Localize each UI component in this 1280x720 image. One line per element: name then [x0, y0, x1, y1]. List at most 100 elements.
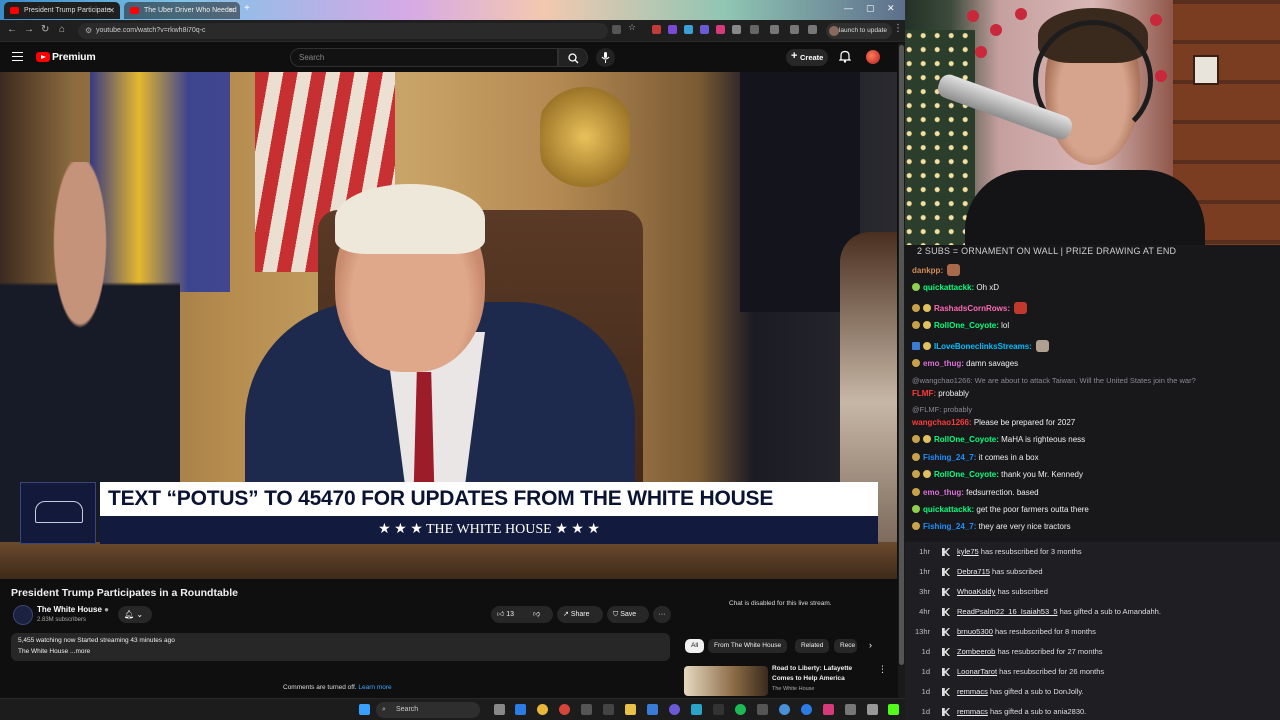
youtube-logo-text[interactable]: Premium	[52, 51, 96, 63]
tab-trump-roundtable[interactable]: President Trump Participate ✕	[4, 2, 120, 19]
app-icon[interactable]	[823, 704, 834, 715]
event-username[interactable]: kyle75	[957, 547, 979, 556]
event-username[interactable]: Zombeerob	[957, 647, 995, 656]
edge-icon[interactable]	[515, 704, 526, 715]
create-button[interactable]: + Create	[786, 49, 828, 66]
app-icon[interactable]	[801, 704, 812, 715]
description-text[interactable]: The White House ...more	[18, 648, 90, 655]
app-icon[interactable]	[757, 704, 768, 715]
profile-avatar[interactable]	[829, 26, 839, 36]
dislike-button[interactable]: 👎︎	[533, 606, 540, 623]
recommended-video-channel[interactable]: The White House	[772, 686, 815, 692]
chrome-icon[interactable]	[537, 704, 548, 715]
taskbar-search[interactable]: ⌕ Search	[376, 702, 480, 718]
extension-icon[interactable]	[716, 25, 725, 34]
search-icon: ⌕	[382, 706, 386, 713]
bookmark-star-icon[interactable]: ☆	[628, 22, 637, 32]
save-button[interactable]: ⛉ Save	[607, 606, 649, 623]
app-icon[interactable]	[867, 704, 878, 715]
app-icon[interactable]	[713, 704, 724, 715]
event-username[interactable]: Debra715	[957, 567, 990, 576]
page-scrollbar[interactable]	[898, 43, 905, 698]
video-player[interactable]: TEXT “POTUS” TO 45470 FOR UPDATES FROM T…	[0, 72, 897, 579]
site-info-icon[interactable]: ⚙	[85, 23, 92, 39]
extension-icon[interactable]	[652, 25, 661, 34]
home-icon[interactable]: ⌂	[59, 24, 65, 35]
more-vertical-icon[interactable]: ⋮	[878, 664, 887, 675]
downloads-icon[interactable]	[790, 25, 799, 34]
badge-icon	[912, 505, 920, 513]
minimize-icon[interactable]: —	[844, 3, 853, 13]
app-icon[interactable]	[581, 704, 592, 715]
extension-icon[interactable]	[732, 25, 741, 34]
app-icon[interactable]	[691, 704, 702, 715]
event-username[interactable]: remmacs	[957, 687, 988, 696]
voice-search-button[interactable]	[596, 48, 615, 67]
badge-icon	[923, 470, 931, 478]
cast-icon[interactable]	[612, 25, 621, 34]
url-field[interactable]: ⚙ youtube.com/watch?v=rkwh8i70q-c	[78, 23, 608, 39]
event-username[interactable]: remmacs	[957, 707, 988, 716]
extension-icon[interactable]	[668, 25, 677, 34]
app-icon[interactable]	[845, 704, 856, 715]
back-icon[interactable]: ←	[7, 24, 17, 35]
recommended-video-thumbnail[interactable]	[684, 666, 768, 696]
share-button[interactable]: ↗ Share	[557, 606, 603, 623]
tab-uber-driver[interactable]: The Uber Driver Who Needed ✕	[124, 2, 240, 19]
account-avatar[interactable]	[866, 50, 880, 64]
search-input[interactable]: Search	[290, 48, 558, 67]
close-tab-icon[interactable]: ✕	[228, 2, 235, 19]
forward-icon[interactable]: →	[24, 24, 34, 35]
task-view-icon[interactable]	[494, 704, 505, 715]
chip-recent[interactable]: Rece	[834, 639, 858, 653]
app-icon[interactable]	[559, 704, 570, 715]
notifications-bell-icon[interactable]	[839, 50, 851, 63]
search-button[interactable]	[558, 48, 588, 67]
learn-more-link[interactable]: Learn more	[358, 684, 391, 691]
file-explorer-icon[interactable]	[625, 704, 636, 715]
event-row: 1d remmacs has gifted a sub to DonJolly.	[921, 687, 1084, 696]
app-icon[interactable]	[669, 704, 680, 715]
event-username[interactable]: WhoaKoldy	[957, 587, 995, 596]
youtube-favicon-icon	[10, 7, 19, 14]
chip-all[interactable]: All	[685, 639, 705, 653]
close-window-icon[interactable]: ✕	[887, 3, 895, 14]
channel-name[interactable]: The White House ●	[37, 605, 109, 614]
chevron-right-icon[interactable]: ›	[869, 640, 872, 650]
event-username[interactable]: brnuo5300	[957, 627, 993, 636]
scrollbar-thumb[interactable]	[899, 45, 904, 665]
badge-icon	[923, 435, 931, 443]
extension-icon[interactable]	[700, 25, 709, 34]
app-icon[interactable]	[603, 704, 614, 715]
more-actions-button[interactable]: ···	[653, 606, 671, 623]
chip-from-channel[interactable]: From The White House	[708, 639, 788, 653]
new-tab-icon[interactable]: +	[244, 3, 250, 14]
extension-icon[interactable]	[684, 25, 693, 34]
event-username[interactable]: LoonarTarot	[957, 667, 997, 676]
subscription-notify-button[interactable]: 🔔︎ ⌄	[118, 606, 152, 623]
menu-icon[interactable]	[12, 52, 23, 61]
channel-avatar[interactable]	[13, 605, 33, 625]
youtube-logo-icon[interactable]	[36, 52, 50, 62]
app-icon[interactable]	[779, 704, 790, 715]
chip-related[interactable]: Related	[795, 639, 830, 653]
maximize-icon[interactable]: ▢	[866, 3, 875, 14]
windows-start-icon[interactable]	[359, 704, 370, 715]
spotify-icon[interactable]	[735, 704, 746, 715]
tab-search-icon[interactable]	[808, 25, 817, 34]
kick-icon[interactable]	[888, 704, 899, 715]
kick-badge-icon	[942, 548, 950, 556]
sidebar-icon[interactable]	[770, 25, 779, 34]
like-button[interactable]: 👍︎ 13	[497, 606, 514, 623]
event-username[interactable]: ReadPsalm22_16_Isaiah53_5	[957, 607, 1058, 616]
badge-icon	[912, 488, 920, 496]
relaunch-button[interactable]: Relaunch to update	[826, 23, 892, 39]
description-box[interactable]: 5,455 watching now Started streaming 43 …	[11, 633, 670, 661]
app-icon[interactable]	[647, 704, 658, 715]
extensions-puzzle-icon[interactable]	[750, 25, 759, 34]
close-tab-icon[interactable]: ✕	[108, 2, 115, 19]
reload-icon[interactable]: ↻	[41, 24, 49, 35]
browser-menu-icon[interactable]: ⋮	[893, 23, 903, 34]
recommended-video-title[interactable]: Road to Liberty: Lafayette Comes to Help…	[772, 664, 872, 684]
emote-icon	[947, 264, 961, 276]
